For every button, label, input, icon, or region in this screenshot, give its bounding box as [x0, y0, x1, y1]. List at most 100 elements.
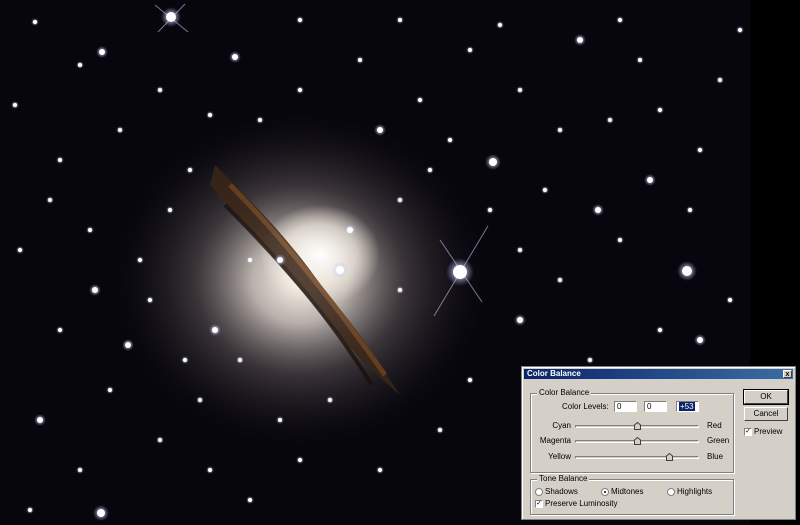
star — [168, 208, 172, 212]
close-button[interactable]: x — [783, 370, 792, 378]
magenta-green-level-input[interactable]: 0 — [644, 401, 667, 412]
star — [158, 438, 162, 442]
star — [543, 188, 547, 192]
star — [728, 298, 732, 302]
star — [298, 18, 302, 22]
yellow-blue-slider[interactable] — [575, 453, 699, 461]
midtones-label[interactable]: Midtones — [611, 487, 643, 497]
star — [118, 128, 122, 132]
star — [148, 298, 152, 302]
cyan-red-slider[interactable] — [575, 422, 699, 430]
star — [18, 248, 22, 252]
star — [33, 20, 37, 24]
star — [188, 168, 192, 172]
cyan-label: Cyan — [552, 421, 571, 430]
magenta-green-slider[interactable] — [575, 437, 699, 445]
star — [208, 113, 212, 117]
star — [166, 12, 176, 22]
star — [183, 358, 187, 362]
shadows-label[interactable]: Shadows — [545, 487, 578, 497]
cancel-button[interactable]: Cancel — [744, 407, 788, 421]
yellow-blue-level-input[interactable]: +53 — [676, 401, 699, 412]
star — [28, 508, 32, 512]
star — [398, 198, 402, 202]
star — [78, 468, 82, 472]
star — [258, 118, 262, 122]
star — [198, 398, 202, 402]
star — [298, 458, 302, 462]
star — [453, 265, 467, 279]
shadows-radio[interactable] — [535, 488, 543, 496]
star — [577, 37, 583, 43]
star — [595, 207, 601, 213]
star — [647, 177, 653, 183]
preview-label[interactable]: Preview — [754, 427, 782, 437]
star — [88, 228, 92, 232]
tone-balance-group: Tone Balance Shadows Midtones Highlights… — [530, 474, 734, 515]
star — [638, 58, 642, 62]
star — [13, 103, 17, 107]
star — [208, 468, 212, 472]
green-label: Green — [707, 436, 730, 445]
highlights-label[interactable]: Highlights — [677, 487, 712, 497]
star — [697, 337, 703, 343]
star — [468, 48, 472, 52]
star — [468, 378, 472, 382]
star — [238, 358, 242, 362]
star — [277, 257, 283, 263]
highlights-radio[interactable] — [667, 488, 675, 496]
star — [92, 287, 98, 293]
star — [418, 98, 422, 102]
close-icon: x — [785, 371, 790, 378]
star — [428, 168, 432, 172]
star — [718, 78, 722, 82]
star — [438, 428, 442, 432]
color-balance-group-title: Color Balance — [537, 388, 592, 398]
star — [682, 266, 692, 276]
red-label: Red — [707, 421, 722, 430]
star — [298, 88, 302, 92]
cyan-red-slider-thumb[interactable] — [634, 422, 641, 430]
color-balance-dialog: Color Balance x Color Balance Color Leve… — [521, 366, 796, 520]
star — [58, 328, 62, 332]
magenta-green-slider-thumb[interactable] — [634, 437, 641, 445]
preview-checkbox[interactable]: ✓ — [744, 428, 752, 436]
star — [518, 248, 522, 252]
star — [558, 128, 562, 132]
star — [618, 238, 622, 242]
preserve-luminosity-label[interactable]: Preserve Luminosity — [545, 499, 617, 509]
ok-button[interactable]: OK — [743, 389, 789, 405]
star — [618, 18, 622, 22]
star — [588, 358, 592, 362]
yellow-label: Yellow — [548, 452, 571, 461]
star — [688, 208, 692, 212]
magenta-label: Magenta — [539, 436, 571, 445]
star — [498, 23, 502, 27]
star — [78, 63, 82, 67]
star — [158, 88, 162, 92]
blue-label: Blue — [707, 452, 724, 461]
star — [48, 198, 52, 202]
star — [489, 158, 497, 166]
color-levels-label: Color Levels: — [562, 402, 609, 411]
cyan-red-level-input[interactable]: 0 — [614, 401, 637, 412]
preserve-luminosity-checkbox[interactable]: ✓ — [535, 500, 543, 508]
star — [336, 266, 344, 274]
star — [328, 398, 332, 402]
star — [358, 58, 362, 62]
star — [658, 328, 662, 332]
star — [488, 208, 492, 212]
star — [108, 388, 112, 392]
star — [398, 18, 402, 22]
star — [99, 49, 105, 55]
star — [398, 288, 402, 292]
star — [248, 258, 252, 262]
star — [698, 148, 702, 152]
star — [97, 509, 105, 517]
dialog-titlebar[interactable]: Color Balance x — [524, 369, 793, 379]
midtones-radio[interactable] — [601, 488, 609, 496]
star — [58, 158, 62, 162]
yellow-blue-slider-thumb[interactable] — [666, 453, 674, 461]
star — [658, 108, 662, 112]
tone-balance-group-title: Tone Balance — [537, 474, 590, 484]
